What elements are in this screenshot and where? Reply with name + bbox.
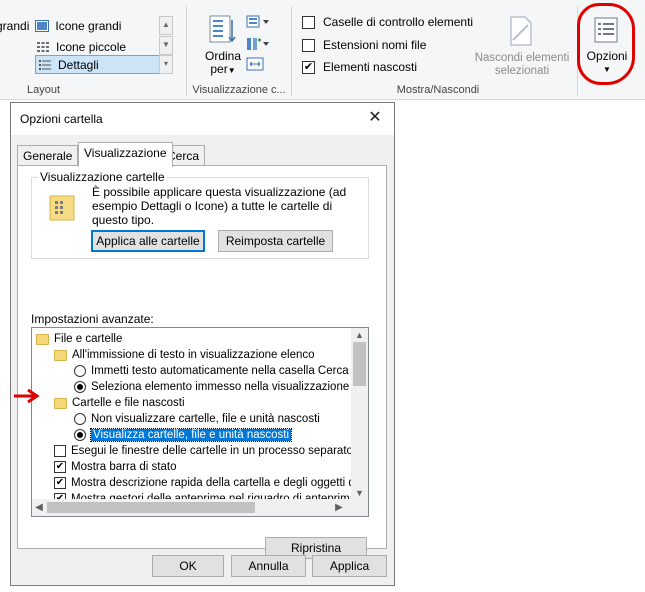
scroll-thumb[interactable]: [353, 342, 366, 386]
tree-radio-row[interactable]: Non visualizzare cartelle, file e unità …: [74, 411, 320, 427]
cancel-button[interactable]: Annulla: [231, 555, 306, 577]
layout-group-label: Layout: [27, 84, 61, 96]
radio-button[interactable]: [74, 365, 86, 377]
folder-options-dialog: Opzioni cartella ✕ Generale Visualizzazi…: [10, 102, 395, 586]
hidden-items-checkbox[interactable]: ✔ Elementi nascosti: [302, 60, 417, 74]
item-checkboxes-checkbox[interactable]: Caselle di controllo elementi: [302, 15, 473, 29]
tab-general[interactable]: Generale: [17, 145, 79, 166]
view-tab-panel: Visualizzazione cartelle È possibile app…: [17, 165, 387, 559]
add-columns-button[interactable]: [246, 36, 274, 55]
details-icon: [38, 59, 52, 71]
tree-folder-row: File e cartelle: [36, 331, 122, 347]
gallery-scroll-up-button[interactable]: ▲: [159, 16, 173, 35]
reset-folders-button[interactable]: Reimposta cartelle: [218, 230, 333, 252]
sort-icon: [207, 14, 237, 49]
annotation-arrow-icon: [14, 388, 40, 404]
current-view-group-label: Visualizzazione c...: [192, 84, 286, 96]
radio-button[interactable]: [74, 413, 86, 425]
tree-folder-row: All'immissione di testo in visualizzazio…: [54, 347, 315, 363]
scroll-right-arrow-icon[interactable]: ▶: [332, 499, 346, 516]
small-icons-icon: [36, 41, 50, 53]
checkbox[interactable]: [54, 445, 66, 457]
checkmark-icon[interactable]: ✔: [54, 477, 66, 489]
tree-checkbox-row[interactable]: Esegui le finestre delle cartelle in un …: [54, 443, 353, 459]
folder-views-group: Visualizzazione cartelle È possibile app…: [31, 170, 369, 259]
scroll-thumb[interactable]: [47, 502, 255, 513]
file-extensions-checkbox[interactable]: Estensioni nomi file: [302, 38, 426, 52]
layout-item-extra-large[interactable]: grandi Icone grandi: [0, 16, 121, 35]
folder-view-icon: [48, 192, 80, 227]
layout-item-small-icons[interactable]: Icone piccole: [36, 37, 126, 56]
sort-by-button[interactable]: Ordina per▼: [203, 12, 241, 80]
hide-selected-icon: [508, 16, 534, 49]
dialog-body: Generale Visualizzazione Cerca Visualizz…: [11, 135, 394, 585]
ribbon: grandi Icone grandi Icone piccole Dettag…: [0, 0, 645, 100]
show-hide-group-label: Mostra/Nascondi: [396, 84, 480, 96]
layout-item-large-label[interactable]: Icone grandi: [55, 19, 121, 33]
size-columns-button[interactable]: [246, 56, 266, 75]
apply-to-folders-button[interactable]: Applica alle cartelle: [91, 230, 205, 252]
ribbon-separator: [186, 6, 187, 96]
tree-folder-row: Cartelle e file nascosti: [54, 395, 185, 411]
ribbon-separator: [291, 6, 292, 96]
scroll-down-arrow-icon[interactable]: ▼: [351, 486, 368, 500]
tree-checkbox-row[interactable]: ✔ Mostra descrizione rapida della cartel…: [54, 475, 364, 491]
size-columns-icon: [246, 57, 264, 71]
scroll-left-arrow-icon[interactable]: ◀: [32, 499, 46, 516]
radio-button[interactable]: [74, 381, 86, 393]
checkbox-box: [302, 38, 315, 52]
layout-gallery: grandi Icone grandi Icone piccole Dettag…: [0, 14, 173, 76]
chevron-down-icon: ▼: [227, 66, 236, 75]
checkbox-box: [302, 15, 315, 29]
advanced-settings-tree: File e cartelle All'immissione di testo …: [31, 327, 369, 517]
close-button[interactable]: ✕: [362, 106, 388, 130]
annotation-circle: [577, 3, 635, 85]
large-icons-icon: [35, 19, 50, 32]
ok-button[interactable]: OK: [152, 555, 224, 577]
gallery-expand-button[interactable]: ▾: [159, 55, 173, 74]
folder-icon: [36, 333, 49, 345]
group-by-button[interactable]: [246, 14, 274, 33]
tab-view[interactable]: Visualizzazione: [78, 142, 173, 167]
group-by-icon: [246, 15, 269, 28]
horizontal-scrollbar[interactable]: ◀ ▶: [32, 499, 368, 516]
radio-button[interactable]: [74, 429, 86, 441]
apply-button[interactable]: Applica: [312, 555, 387, 577]
tree-checkbox-row[interactable]: ✔ Mostra barra di stato: [54, 459, 176, 475]
scroll-up-arrow-icon[interactable]: ▲: [351, 328, 368, 342]
folder-icon: [54, 349, 67, 361]
tree-radio-row[interactable]: Seleziona elemento immesso nella visuali…: [74, 379, 349, 395]
tree-radio-row-selected[interactable]: Visualizza cartelle, file e unità nascos…: [74, 427, 293, 443]
folder-views-legend: Visualizzazione cartelle: [38, 170, 167, 184]
checkmark-icon[interactable]: ✔: [54, 461, 66, 473]
dialog-title: Opzioni cartella: [20, 112, 103, 126]
checkmark-icon: ✔: [302, 60, 315, 74]
vertical-scrollbar[interactable]: ▲ ▼: [351, 328, 368, 500]
advanced-settings-label: Impostazioni avanzate:: [31, 312, 154, 326]
add-columns-icon: [247, 38, 269, 50]
folder-views-description: È possibile applicare questa visualizzaz…: [92, 185, 347, 227]
layout-item-details[interactable]: Dettagli: [35, 55, 160, 74]
folder-icon: [54, 397, 67, 409]
hide-selected-items-button[interactable]: Nascondi elementi selezionati: [472, 12, 572, 80]
tree-radio-row[interactable]: Immetti testo automaticamente nella case…: [74, 363, 349, 379]
gallery-scroll-down-button[interactable]: ▼: [159, 36, 173, 55]
